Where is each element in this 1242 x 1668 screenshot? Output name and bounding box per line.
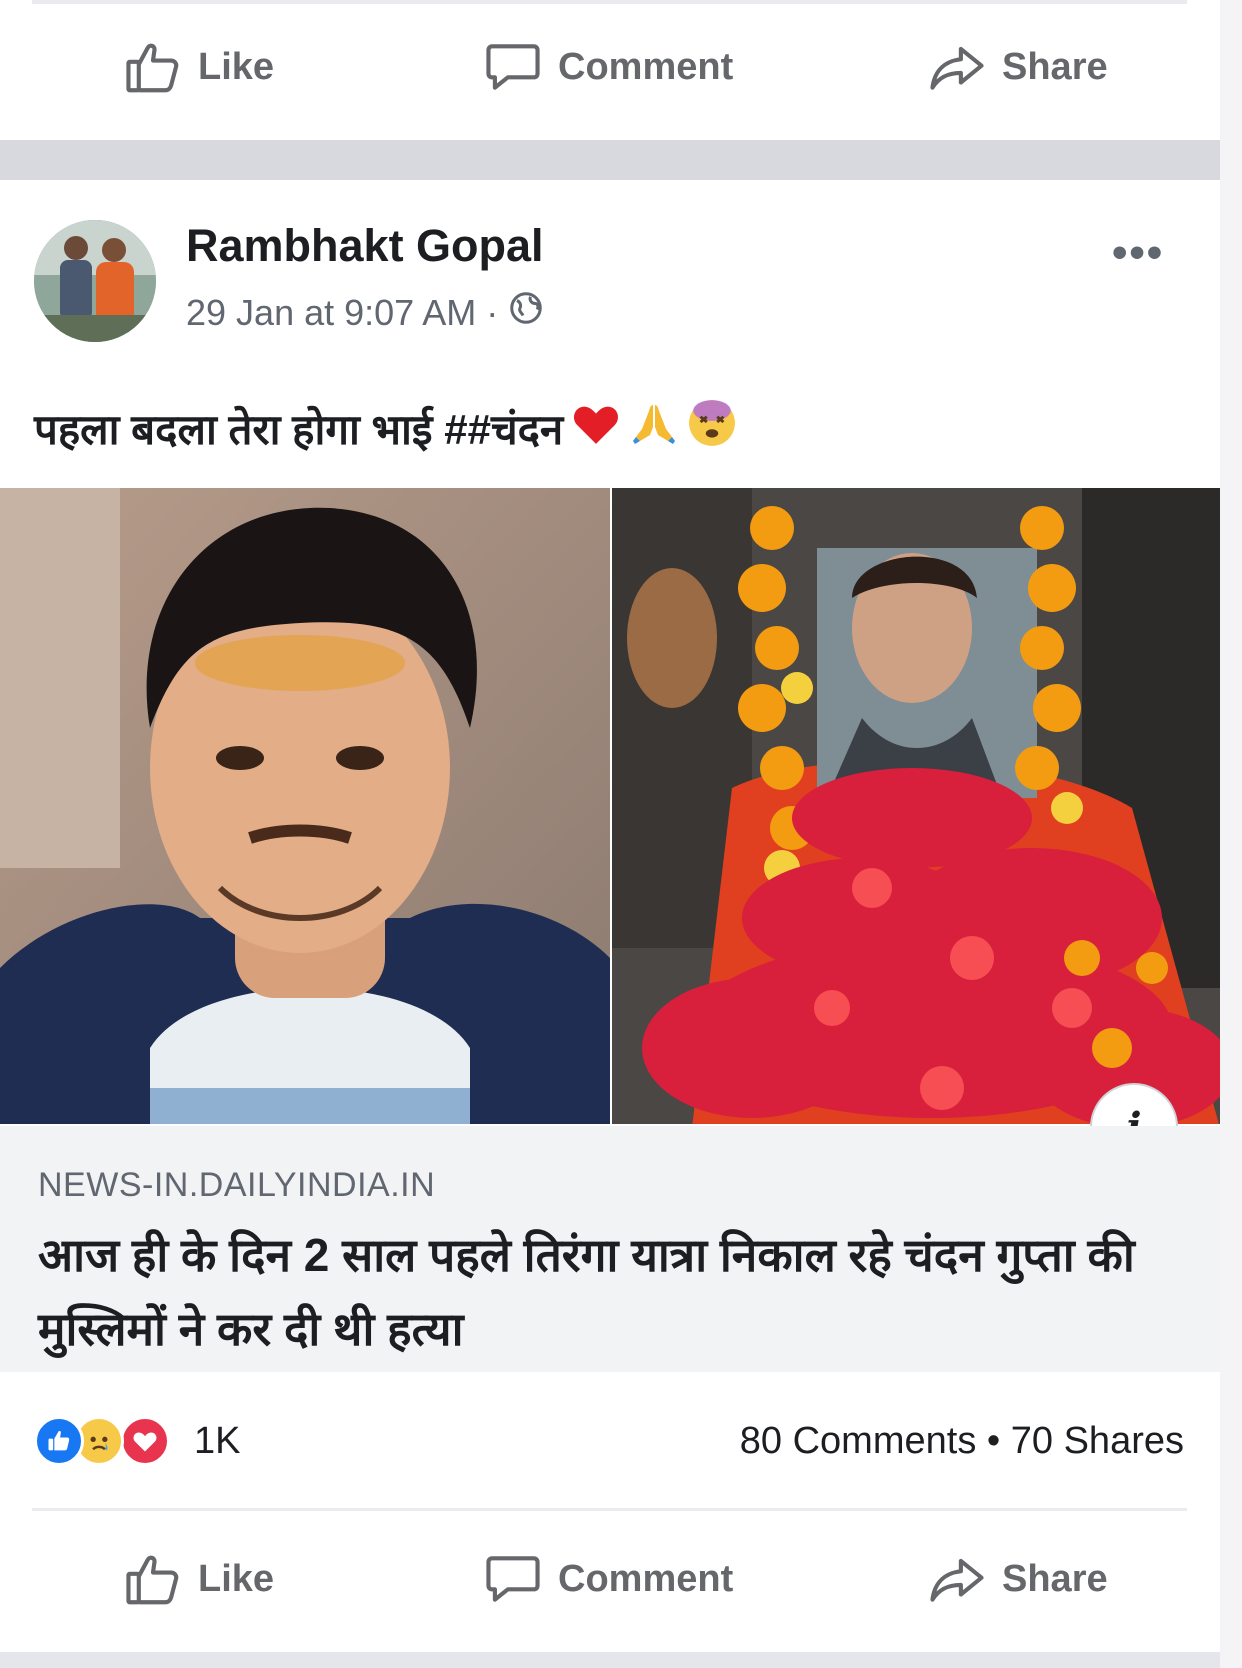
comment-button[interactable]: Comment <box>482 1548 733 1610</box>
link-domain: NEWS-IN.DAILYINDIA.IN <box>38 1166 436 1204</box>
like-reaction-icon <box>34 1416 84 1466</box>
comment-button[interactable]: Comment <box>482 36 733 98</box>
like-button[interactable]: Like <box>122 1548 274 1610</box>
link-preview-text[interactable]: NEWS-IN.DAILYINDIA.IN आज ही के दिन 2 साल… <box>0 1126 1220 1372</box>
like-label: Like <box>198 45 275 88</box>
folded-hands-icon <box>629 399 679 457</box>
share-icon <box>926 1548 988 1610</box>
comments-count[interactable]: 80 Comments <box>740 1420 977 1462</box>
share-button[interactable]: Share <box>926 36 1108 98</box>
comment-icon <box>482 36 544 98</box>
love-reaction-icon <box>120 1416 170 1466</box>
avatar[interactable] <box>34 220 156 342</box>
post-separator <box>0 140 1220 180</box>
divider <box>32 1508 1187 1511</box>
reaction-count[interactable]: 1K <box>194 1420 240 1463</box>
post-separator <box>0 1652 1220 1668</box>
share-label: Share <box>1002 45 1108 88</box>
heart-icon <box>571 400 621 456</box>
adjacent-content-edge <box>1220 0 1242 1668</box>
comment-label: Comment <box>558 1557 734 1600</box>
link-preview-image[interactable] <box>0 488 1220 1124</box>
reaction-summary[interactable] <box>34 1412 194 1468</box>
divider <box>32 0 1187 4</box>
comment-icon <box>482 1548 544 1610</box>
post-action-bar: Like Comment Share <box>0 1524 1220 1634</box>
comment-label: Comment <box>558 45 734 88</box>
comment-share-counts: 80 Comments • 70 Shares <box>740 1420 1184 1463</box>
previous-post-action-bar: Like Comment Share <box>0 12 1220 122</box>
meta-separator: · <box>486 291 499 333</box>
dizzy-face-icon <box>687 398 737 458</box>
share-label: Share <box>1002 1557 1108 1600</box>
engagement-row: 1K 80 Comments • 70 Shares <box>34 1412 1184 1472</box>
like-button[interactable]: Like <box>122 36 274 98</box>
thumbs-up-icon <box>122 36 184 98</box>
memorial-photo <box>612 488 1220 1124</box>
more-options-button[interactable]: ••• <box>1112 228 1164 278</box>
counts-separator: • <box>986 1420 1001 1462</box>
post-text-content: पहला बदला तेरा होगा भाई ##चंदन <box>34 405 564 453</box>
share-icon <box>926 36 988 98</box>
post-timestamp[interactable]: 29 Jan at 9:07 AM <box>186 292 476 334</box>
shares-count[interactable]: 70 Shares <box>1011 1420 1184 1462</box>
link-title: आज ही के दिन 2 साल पहले तिरंगा यात्रा नि… <box>38 1229 1135 1355</box>
feed-column: Like Comment Share Rambhakt Gopal 29 Jan… <box>0 0 1220 1668</box>
share-button[interactable]: Share <box>926 1548 1108 1610</box>
post-meta: 29 Jan at 9:07 AM · <box>186 290 544 335</box>
globe-icon <box>508 290 544 335</box>
author-name[interactable]: Rambhakt Gopal <box>186 220 544 272</box>
like-label: Like <box>198 1557 275 1600</box>
portrait-photo <box>0 488 610 1124</box>
post-header: Rambhakt Gopal 29 Jan at 9:07 AM · ••• <box>34 220 1214 342</box>
post-text: पहला बदला तेरा होगा भाई ##चंदन <box>34 398 737 458</box>
thumbs-up-icon <box>122 1548 184 1610</box>
